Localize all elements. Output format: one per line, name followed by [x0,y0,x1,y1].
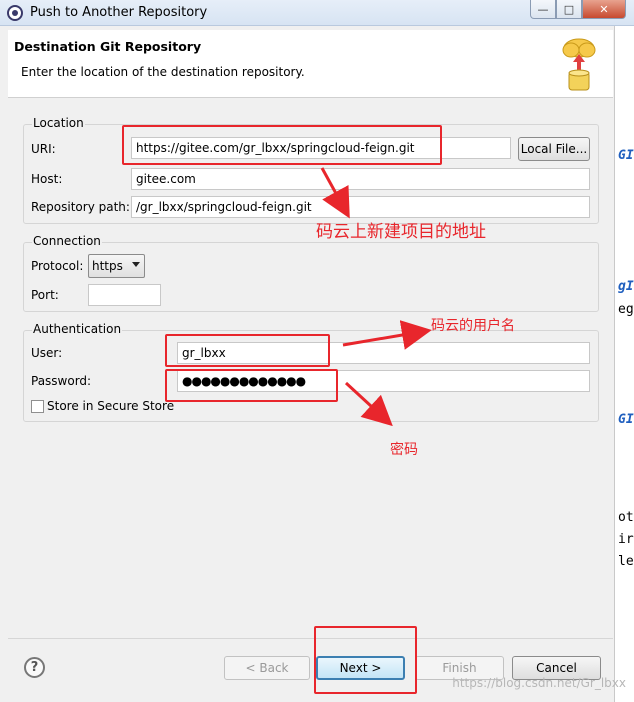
uri-arrow [320,167,350,219]
password-arrow [344,381,393,427]
user-arrow [342,320,432,350]
annotation-arrows [320,167,432,427]
uri-annotation: 码云上新建项目的地址 [316,222,486,242]
password-annotation: 密码 [390,442,418,458]
user-annotation: 码云的用户名 [431,318,515,334]
